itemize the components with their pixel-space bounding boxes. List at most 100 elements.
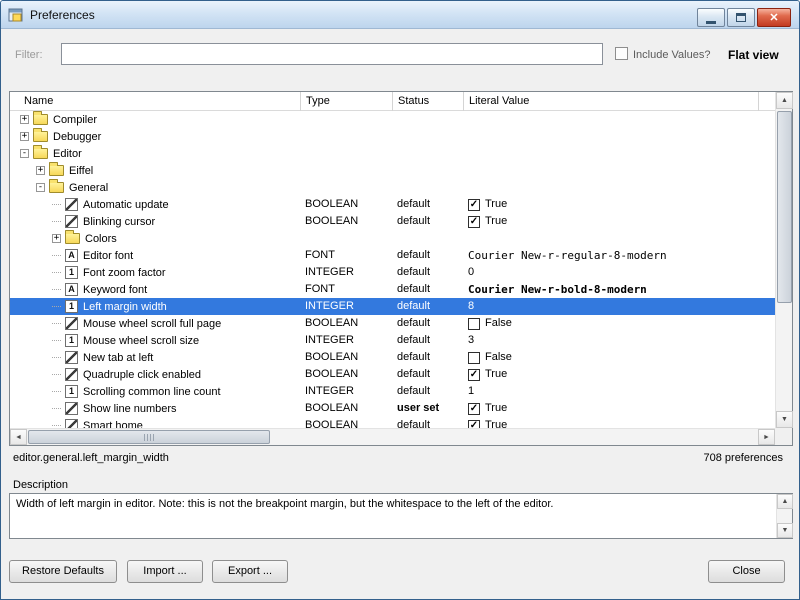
tree-row[interactable]: Mouse wheel scroll full pageBOOLEANdefau… <box>10 315 775 332</box>
collapse-icon[interactable]: - <box>20 149 29 158</box>
horizontal-scrollbar[interactable]: ◄ ► <box>10 428 775 445</box>
pref-value: 3 <box>463 332 474 349</box>
collapse-icon[interactable]: - <box>36 183 45 192</box>
indent-spacer <box>10 204 52 205</box>
tree-row[interactable]: +Compiler <box>10 111 775 128</box>
minimize-button[interactable] <box>697 8 725 27</box>
value-checkbox[interactable] <box>468 318 480 330</box>
value-label: True <box>485 366 507 383</box>
value-checkbox[interactable]: ✓ <box>468 403 480 415</box>
preferences-tree: Name Type Status Literal Value +Compiler… <box>9 91 793 446</box>
close-window-button[interactable]: ✕ <box>757 8 791 27</box>
indent-spacer <box>10 170 36 171</box>
pref-name: Blinking cursor <box>83 216 155 228</box>
pref-type <box>300 145 305 162</box>
value-checkbox[interactable]: ✓ <box>468 369 480 381</box>
title-bar[interactable]: Preferences ✕ <box>1 1 799 29</box>
column-header-name[interactable]: Name <box>10 92 300 111</box>
scroll-down-button[interactable]: ▼ <box>776 411 793 428</box>
pref-value <box>463 111 468 128</box>
maximize-button[interactable] <box>727 8 755 27</box>
font-pref-icon: A <box>65 283 78 296</box>
tree-row[interactable]: 1Left margin widthINTEGERdefault8 <box>10 298 775 315</box>
bool-pref-icon <box>65 317 78 330</box>
expand-icon[interactable]: + <box>20 115 29 124</box>
scroll-up-button[interactable]: ▲ <box>776 92 793 109</box>
tree-row[interactable]: New tab at leftBOOLEANdefaultFalse <box>10 349 775 366</box>
tree-row[interactable]: AEditor fontFONTdefaultCourier New-r-reg… <box>10 247 775 264</box>
pref-name: Left margin width <box>83 301 167 313</box>
expand-icon[interactable]: + <box>36 166 45 175</box>
tree-row[interactable]: +Debugger <box>10 128 775 145</box>
tree-row[interactable]: 1Scrolling common line countINTEGERdefau… <box>10 383 775 400</box>
filter-input[interactable] <box>61 43 603 65</box>
close-button[interactable]: Close <box>708 560 785 583</box>
bool-pref-icon <box>65 351 78 364</box>
column-header-type[interactable]: Type <box>300 92 392 111</box>
tree-row[interactable]: Automatic updateBOOLEANdefault✓True <box>10 196 775 213</box>
pref-status: default <box>392 247 430 264</box>
pref-type <box>300 230 305 247</box>
int-pref-icon: 1 <box>65 266 78 279</box>
horizontal-scrollbar-thumb[interactable] <box>28 430 270 444</box>
indent-spacer <box>10 272 52 273</box>
pref-value: Courier New-r-regular-8-modern <box>463 247 667 264</box>
pref-type: FONT <box>300 281 335 298</box>
selected-preference-path: editor.general.left_margin_width <box>13 452 169 467</box>
vertical-scrollbar-thumb[interactable] <box>777 111 792 303</box>
pref-status: default <box>392 196 430 213</box>
scroll-right-button[interactable]: ► <box>758 429 775 445</box>
description-scrollbar[interactable]: ▲ ▼ <box>776 494 792 538</box>
pref-value: ✓True <box>463 213 507 230</box>
tree-row[interactable]: Blinking cursorBOOLEANdefault✓True <box>10 213 775 230</box>
include-values-checkbox[interactable] <box>615 47 628 60</box>
expand-icon[interactable]: + <box>52 234 61 243</box>
column-header-status[interactable]: Status <box>392 92 463 111</box>
pref-type: BOOLEAN <box>300 366 358 383</box>
pref-name: Editor font <box>83 250 133 262</box>
expand-icon[interactable]: + <box>20 132 29 141</box>
pref-type <box>300 162 305 179</box>
tree-row[interactable]: -General <box>10 179 775 196</box>
tree-row[interactable]: +Eiffel <box>10 162 775 179</box>
close-icon: ✕ <box>769 11 778 24</box>
description-scroll-up-button[interactable]: ▲ <box>777 494 793 509</box>
tree-header: Name Type Status Literal Value <box>10 92 775 111</box>
export-button[interactable]: Export ... <box>212 560 288 583</box>
tree-row[interactable]: -Editor <box>10 145 775 162</box>
indent-spacer <box>10 221 52 222</box>
restore-defaults-button[interactable]: Restore Defaults <box>9 560 117 583</box>
tree-row[interactable]: 1Font zoom factorINTEGERdefault0 <box>10 264 775 281</box>
value-checkbox[interactable]: ✓ <box>468 199 480 211</box>
tree-row[interactable]: Quadruple click enabledBOOLEANdefault✓Tr… <box>10 366 775 383</box>
tree-row[interactable]: 1Mouse wheel scroll sizeINTEGERdefault3 <box>10 332 775 349</box>
vertical-scrollbar[interactable]: ▲ ▼ <box>775 92 792 428</box>
import-button[interactable]: Import ... <box>127 560 203 583</box>
font-pref-icon: A <box>65 249 78 262</box>
description-scroll-down-button[interactable]: ▼ <box>777 523 793 538</box>
tree-row[interactable]: +Colors <box>10 230 775 247</box>
pref-name: Mouse wheel scroll size <box>83 335 199 347</box>
flat-view-button[interactable]: Flat view <box>728 48 779 62</box>
pref-type: BOOLEAN <box>300 315 358 332</box>
value-label: True <box>485 400 507 417</box>
scroll-left-button[interactable]: ◄ <box>10 429 27 445</box>
value-checkbox[interactable]: ✓ <box>468 216 480 228</box>
tree-connector <box>52 374 61 375</box>
value-text: Courier New-r-regular-8-modern <box>468 247 667 264</box>
tree-body: +Compiler+Debugger-Editor+Eiffel-General… <box>10 111 775 429</box>
include-values-label: Include Values? <box>633 49 710 61</box>
tree-connector <box>52 391 61 392</box>
pref-status: default <box>392 213 430 230</box>
pref-name: Mouse wheel scroll full page <box>83 318 221 330</box>
value-checkbox[interactable] <box>468 352 480 364</box>
tree-row[interactable]: Show line numbersBOOLEANuser set✓True <box>10 400 775 417</box>
pref-name: Scrolling common line count <box>83 386 221 398</box>
tree-row[interactable]: AKeyword fontFONTdefaultCourier New-r-bo… <box>10 281 775 298</box>
pref-status <box>392 230 397 247</box>
pref-name: Font zoom factor <box>83 267 166 279</box>
column-header-literal-value[interactable]: Literal Value <box>463 92 758 111</box>
pref-status: default <box>392 281 430 298</box>
value-label: False <box>485 315 512 332</box>
pref-value: 1 <box>463 383 474 400</box>
